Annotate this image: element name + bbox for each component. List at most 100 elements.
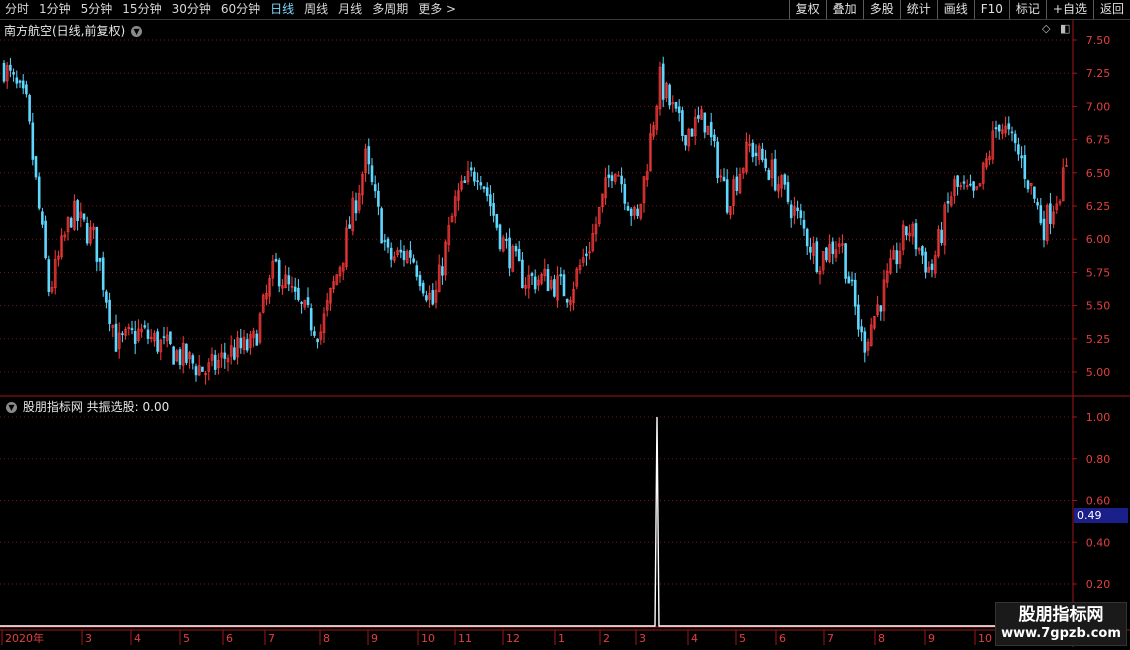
y-tick-label: 0.20 [1086,578,1111,591]
chevron-down-icon[interactable]: ▼ [131,26,143,37]
x-tick-label: 1 [558,632,565,645]
x-tick-label: 5 [183,632,190,645]
candle-body [722,176,726,182]
candle-body [178,349,182,365]
candle-body [28,95,31,122]
candle-body [389,247,393,260]
x-tick-label: 6 [779,632,786,645]
stock-title: 南方航空(日线,前复权) [4,24,126,38]
x-tick-label: 2020年 [5,631,44,645]
candle-body [857,304,860,330]
candle-body [847,276,851,284]
cursor-value-box: 0.49 [1074,508,1128,523]
candle-body [354,200,358,214]
candle-body [921,246,924,256]
x-tick-label: 10 [421,632,435,645]
candle-body [809,246,812,253]
y-tick-label: 7.50 [1086,34,1111,47]
kline-chart[interactable]: 7.50 7.25 7.00 6.75 6.50 6.25 6.00 5.75 5.50 5.25… [0,0,1130,650]
candle-body [1023,155,1027,179]
candle-body [1007,123,1011,130]
candle-body [725,179,729,213]
y-tick-label: 5.00 [1086,366,1111,379]
candle-body [41,211,44,225]
candle-body [162,336,166,338]
candle-body [850,279,854,282]
candle-body [121,333,124,335]
candle-body [562,274,566,297]
candle-body [684,134,687,146]
candle-body [530,273,534,276]
candle-body [233,347,236,360]
x-tick-label: 3 [639,632,646,645]
chevron-down-icon[interactable]: ▼ [6,402,17,413]
candle-body [559,274,563,277]
signal-line [0,416,1073,627]
candle-body [853,279,857,307]
candle-body [754,152,758,157]
candle-body [789,204,793,219]
candle-body [412,258,415,263]
candle-body [553,279,556,297]
candle-body [533,276,537,290]
candle-body [997,124,1001,132]
x-tick-label: 10 [978,632,992,645]
candle-body [956,175,959,187]
candle-body [786,182,790,202]
candle-body [636,208,639,216]
candle-body [418,275,422,287]
candle-body [607,174,611,178]
candle-body [620,175,623,185]
x-tick-label: 6 [226,632,233,645]
candle-body [623,184,627,204]
candle-body [287,275,291,285]
candle-body [399,249,403,253]
candle-body [31,122,35,160]
candle-body [697,115,700,119]
x-tick-label: 11 [458,632,472,645]
candle-body [85,223,89,244]
candle-body [213,354,217,370]
candle-body [402,251,406,261]
candle-body [309,308,313,331]
candle-body [629,208,633,216]
candle-body [383,240,387,242]
candle-body [156,331,159,352]
y-tick-label: 5.50 [1086,300,1111,313]
y-tick-label: 7.00 [1086,100,1111,113]
candle-body [476,180,479,183]
candle-body [380,208,383,244]
candle-body [713,134,716,142]
candle-body [783,174,787,185]
candle-body [514,246,518,252]
candle-body [661,63,665,100]
candle-body [773,158,777,191]
candle-body [473,171,476,182]
candle-body [25,84,28,95]
candle-body [674,101,678,109]
candle-body [293,286,297,292]
candle-body [370,165,374,183]
candle-body [300,302,303,304]
y-tick-label: 1.00 [1086,411,1111,424]
panel-toggle-icon[interactable]: ◧ [1060,22,1070,35]
candle-body [610,175,614,181]
candle-body [463,180,467,184]
diamond-icon[interactable]: ◇ [1042,22,1050,35]
candle-body [508,237,511,269]
candle-body [12,72,15,75]
x-tick-label: 8 [323,632,330,645]
y-tick-label: 0.80 [1086,453,1111,466]
candle-body [431,290,435,305]
candle-body [565,298,569,303]
candle-body [377,190,380,207]
candle-body [972,181,975,191]
candle-body [802,219,806,229]
candle-body [767,170,771,180]
candle-body [796,207,799,212]
y-tick-label: 0.60 [1086,495,1111,508]
candle-body [489,194,492,207]
candle-body [626,206,630,211]
candle-body [930,263,934,270]
candle-body [191,355,195,364]
